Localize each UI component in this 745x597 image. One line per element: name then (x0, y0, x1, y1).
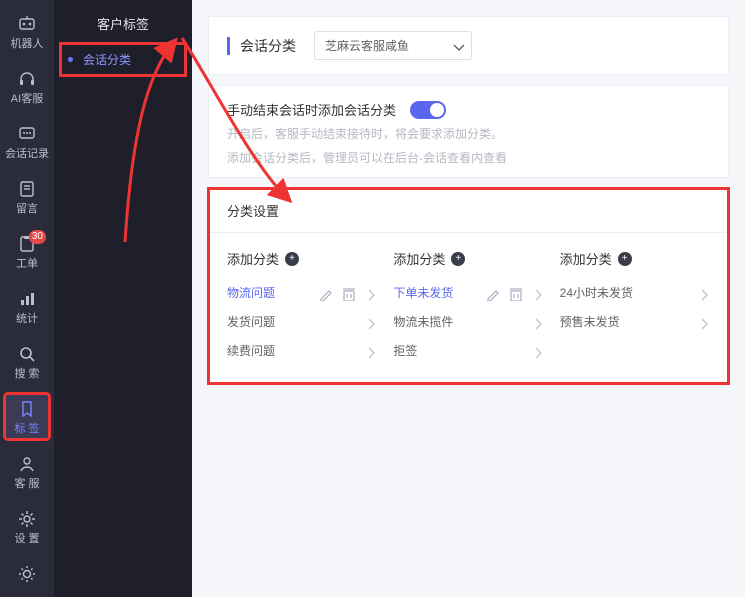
nav-item-search[interactable]: 搜 索 (4, 338, 50, 385)
sun-icon (4, 564, 50, 584)
sidebar-title: 客户标签 (54, 0, 192, 43)
bookmark-icon (4, 399, 50, 419)
category-item[interactable]: 物流问题 (227, 278, 377, 307)
category-name: 预售未发货 (560, 313, 620, 330)
nav-item-set[interactable]: 设 置 (4, 503, 50, 550)
chevron-right-icon (528, 285, 544, 301)
theme-toggle[interactable] (4, 558, 50, 591)
nav-label: 机器人 (4, 37, 50, 51)
edit-icon[interactable] (484, 285, 500, 301)
accent-bar (227, 37, 230, 55)
nav-label: 标 签 (4, 422, 50, 436)
stats-icon (4, 289, 50, 309)
category-name: 发货问题 (227, 313, 275, 330)
dot-icon (68, 57, 73, 62)
chevron-right-icon (361, 314, 377, 330)
header-card: 会话分类 芝麻云客服咸鱼 (208, 16, 729, 75)
toggle-switch[interactable] (410, 101, 446, 119)
nav-item-ticket[interactable]: 工单 30 (4, 228, 50, 275)
chevron-right-icon (361, 285, 377, 301)
add-label: 添加分类 (393, 249, 445, 268)
category-name: 下单未发货 (393, 284, 453, 301)
category-column: 添加分类 + 下单未发货物流未揽件拒签 (393, 243, 543, 365)
nav-item-svc[interactable]: 客 服 (4, 448, 50, 495)
plus-icon: + (451, 252, 465, 266)
category-name: 拒签 (393, 342, 417, 359)
chevron-right-icon (528, 314, 544, 330)
toggle-card: 手动结束会话时添加会话分类 开启后，客服手动结束接待时，将会要求添加分类。 添加… (208, 85, 729, 178)
chevron-right-icon (694, 314, 710, 330)
nav-item-ai[interactable]: AI客服 (4, 63, 50, 110)
nav-item-tags[interactable]: 标 签 (4, 393, 50, 440)
nav-item-msg[interactable]: 留言 (4, 173, 50, 220)
add-label: 添加分类 (227, 249, 279, 268)
chevron-right-icon (694, 285, 710, 301)
category-item[interactable]: 续费问题 (227, 336, 377, 365)
plus-icon: + (285, 252, 299, 266)
toggle-help-2: 添加会话分类后，管理员可以在后台-会话查看内查看 (227, 149, 710, 167)
badge: 30 (29, 230, 46, 244)
category-settings-title: 分类设置 (209, 189, 728, 233)
nav-item-stats[interactable]: 统计 (4, 283, 50, 330)
category-settings-card: 分类设置 添加分类+物流问题发货问题续费问题添加分类+下单未发货物流未揽件拒签添… (208, 188, 729, 384)
delete-icon[interactable] (506, 285, 522, 301)
sidebar-item-session-category[interactable]: 会话分类 (60, 43, 186, 76)
category-name: 物流未揽件 (393, 313, 453, 330)
category-name: 物流问题 (227, 284, 275, 301)
add-category-button[interactable]: 添加分类 + (227, 243, 377, 278)
add-category-button[interactable]: 添加分类 + (560, 243, 710, 278)
delete-icon[interactable] (339, 285, 355, 301)
nav-label: 设 置 (4, 532, 50, 546)
chevron-down-icon (449, 37, 465, 53)
category-column: 添加分类 +24小时未发货预售未发货 (560, 243, 710, 365)
toggle-help-1: 开启后，客服手动结束接待时，将会要求添加分类。 (227, 125, 710, 143)
nav-label: 统计 (4, 312, 50, 326)
nav-label: 客 服 (4, 477, 50, 491)
search-icon (4, 344, 50, 364)
secondary-sidebar: 客户标签 会话分类 (54, 0, 192, 597)
add-label: 添加分类 (560, 249, 612, 268)
toggle-label: 手动结束会话时添加会话分类 (227, 100, 396, 119)
add-category-button[interactable]: 添加分类 + (393, 243, 543, 278)
category-item[interactable]: 24小时未发货 (560, 278, 710, 307)
nav-label: 会话记录 (4, 147, 50, 161)
category-item[interactable]: 发货问题 (227, 307, 377, 336)
agent-icon (4, 454, 50, 474)
edit-icon[interactable] (317, 285, 333, 301)
robot-icon (4, 14, 50, 34)
nav-item-chat[interactable]: 会话记录 (4, 118, 50, 165)
plus-icon: + (618, 252, 632, 266)
headset-icon (4, 69, 50, 89)
nav-label: 留言 (4, 202, 50, 216)
page-title: 会话分类 (240, 36, 296, 56)
note-icon (4, 179, 50, 199)
category-name: 续费问题 (227, 342, 275, 359)
main-content: 会话分类 芝麻云客服咸鱼 手动结束会话时添加会话分类 开启后，客服手动结束接待时… (192, 0, 745, 597)
category-item[interactable]: 物流未揽件 (393, 307, 543, 336)
gear-icon (4, 509, 50, 529)
chat-icon (4, 124, 50, 144)
category-name: 24小时未发货 (560, 284, 633, 301)
category-item[interactable]: 预售未发货 (560, 307, 710, 336)
category-item[interactable]: 拒签 (393, 336, 543, 365)
chevron-right-icon (361, 343, 377, 359)
nav-label: 搜 索 (4, 367, 50, 381)
category-item[interactable]: 下单未发货 (393, 278, 543, 307)
nav-label: 工单 (4, 257, 50, 271)
sidebar-item-label: 会话分类 (83, 51, 131, 68)
select-value: 芝麻云客服咸鱼 (325, 39, 409, 53)
nav-item-robot[interactable]: 机器人 (4, 8, 50, 55)
icon-sidebar: 机器人 AI客服会话记录留言工单 30 统计搜 索标 签客 服设 置 (0, 0, 54, 597)
nav-label: AI客服 (4, 92, 50, 106)
chevron-right-icon (528, 343, 544, 359)
category-column: 添加分类 + 物流问题发货问题续费问题 (227, 243, 377, 365)
account-select[interactable]: 芝麻云客服咸鱼 (314, 31, 472, 60)
